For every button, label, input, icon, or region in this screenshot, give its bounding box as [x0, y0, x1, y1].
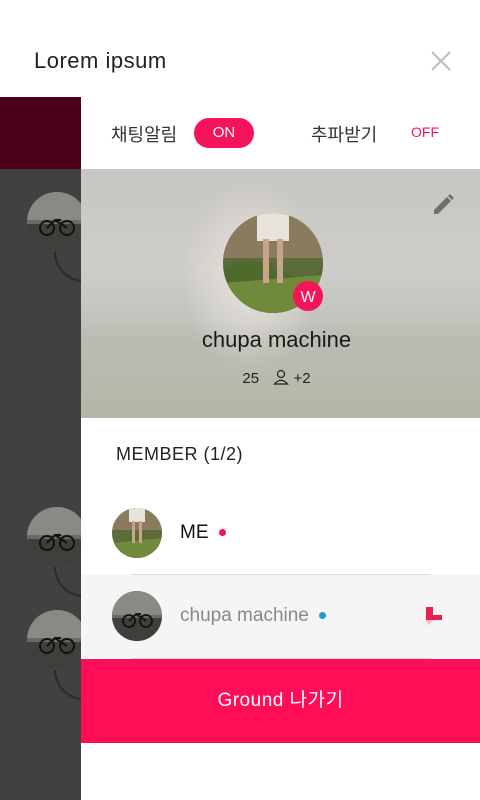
- user-icon: [273, 369, 290, 385]
- side-drawer: 채팅알림 ON 추파받기 OFF W chupa machine 25 +2 M…: [81, 97, 480, 800]
- chat-alert-label: 채팅알림: [111, 125, 178, 145]
- profile-badge: W: [293, 281, 323, 311]
- pencil-icon[interactable]: [431, 193, 455, 217]
- profile-count: 25: [242, 370, 260, 387]
- close-button[interactable]: [426, 46, 456, 76]
- member-name: chupa machine: [180, 605, 326, 627]
- avatar[interactable]: [112, 508, 162, 558]
- background-avatar: [27, 610, 87, 670]
- settings-row: 채팅알림 ON 추파받기 OFF: [81, 97, 480, 169]
- profile-name: chupa machine: [201, 327, 352, 352]
- member-section-title: MEMBER (1/2): [116, 444, 244, 464]
- avatar[interactable]: [112, 591, 162, 641]
- top-header: Lorem ipsum: [0, 0, 480, 97]
- member-name-text: ME: [180, 522, 209, 543]
- leave-ground-button[interactable]: Ground 나가기: [81, 659, 480, 743]
- member-name-text: chupa machine: [180, 605, 309, 626]
- page-title: Lorem ipsum: [34, 48, 167, 73]
- member-name: ME: [180, 522, 226, 544]
- heart-button[interactable]: [424, 605, 444, 627]
- wave-label: 추파받기: [311, 125, 378, 145]
- edit-button[interactable]: [431, 193, 455, 217]
- profile-card: W chupa machine 25 +2: [81, 169, 480, 418]
- heart-icon[interactable]: [424, 605, 444, 627]
- status-dot: [318, 612, 326, 619]
- profile-stats: 25 +2: [81, 369, 472, 387]
- background-avatar: [27, 192, 87, 252]
- wave-toggle[interactable]: OFF: [411, 124, 439, 140]
- status-dot: [218, 529, 226, 536]
- close-icon[interactable]: [426, 46, 456, 76]
- member-row[interactable]: chupa machine: [81, 575, 480, 658]
- background-header-bar: [0, 97, 81, 169]
- member-row[interactable]: ME: [81, 492, 480, 575]
- profile-extra: +2: [293, 370, 311, 387]
- background-avatar: [27, 507, 87, 567]
- chat-alert-toggle[interactable]: ON: [194, 118, 254, 148]
